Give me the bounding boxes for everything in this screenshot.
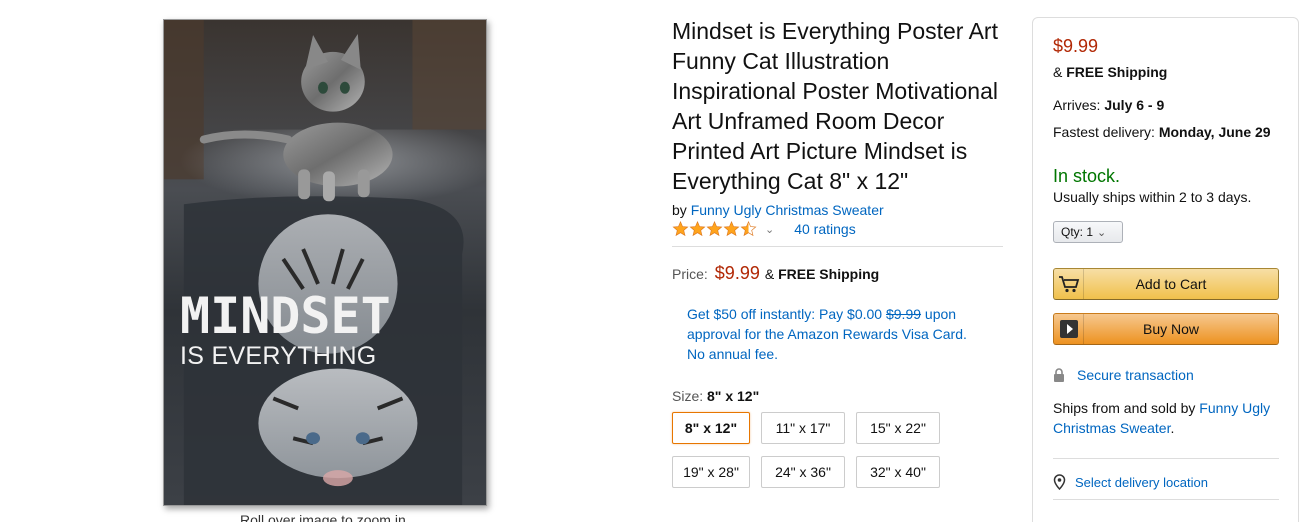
fastest-label: Fastest delivery: <box>1053 124 1155 140</box>
quantity-select[interactable]: Qty: 1 ⌄ <box>1053 221 1123 243</box>
star-icon <box>672 221 689 237</box>
qty-label: Qty: <box>1061 225 1084 239</box>
secure-transaction-link[interactable]: Secure transaction <box>1077 367 1194 383</box>
by-label: by <box>672 202 687 218</box>
promo-link[interactable]: Get $50 off instantly: Pay $0.00 $9.99 u… <box>687 304 987 364</box>
arrives-label: Arrives: <box>1053 97 1101 113</box>
star-icon <box>706 221 723 237</box>
amp: & <box>764 266 775 282</box>
size-option[interactable]: 24" x 36" <box>761 456 845 488</box>
free-shipping: FREE Shipping <box>1066 64 1168 80</box>
buy-box: $9.99 & FREE Shipping Arrives: July 6 - … <box>1032 17 1299 522</box>
star-icon <box>689 221 706 237</box>
sold-by-prefix: Ships from and sold by <box>1053 400 1196 416</box>
byline: by Funny Ugly Christmas Sweater <box>672 202 1007 218</box>
price-value: $9.99 <box>714 263 760 283</box>
size-option[interactable]: 8" x 12" <box>672 412 750 444</box>
arrives-row: Arrives: July 6 - 9 <box>1053 97 1298 113</box>
size-option[interactable]: 32" x 40" <box>856 456 940 488</box>
divider <box>672 246 1003 247</box>
qty-value: 1 <box>1086 225 1094 239</box>
size-label-row: Size: 8" x 12" <box>672 388 1007 404</box>
play-icon <box>1054 314 1084 344</box>
ratings-row: ⌄ 40 ratings <box>672 218 1007 240</box>
delivery-location[interactable]: Select delivery location <box>1053 474 1298 490</box>
size-selected: 8" x 12" <box>707 388 760 404</box>
poster-subtitle: IS EVERYTHING <box>180 342 377 370</box>
product-title: Mindset is Everything Poster Art Funny C… <box>672 18 998 194</box>
poster-artwork <box>164 20 486 505</box>
star-half-icon <box>740 221 757 237</box>
divider <box>1053 458 1279 459</box>
star-rating[interactable] <box>672 221 757 237</box>
lock-icon <box>1054 368 1064 382</box>
stock-status: In stock. <box>1053 166 1121 186</box>
ships-within: Usually ships within 2 to 3 days. <box>1053 189 1252 205</box>
product-image[interactable]: MINDSET IS EVERYTHING <box>163 19 487 506</box>
buybox-price: $9.99 <box>1053 36 1099 56</box>
add-to-cart-button[interactable]: Add to Cart <box>1053 268 1279 300</box>
fastest-date: Monday, June 29 <box>1158 124 1271 140</box>
cart-icon <box>1054 269 1084 299</box>
chevron-down-icon[interactable]: ⌄ <box>765 223 774 236</box>
brand-link[interactable]: Funny Ugly Christmas Sweater <box>691 202 884 218</box>
free-shipping: FREE Shipping <box>778 266 880 282</box>
add-to-cart-label: Add to Cart <box>1135 276 1207 292</box>
size-label: Size: <box>672 388 704 404</box>
chevron-down-icon: ⌄ <box>1097 226 1107 239</box>
product-image-container[interactable]: MINDSET IS EVERYTHING <box>163 19 487 506</box>
divider <box>1053 499 1279 500</box>
size-options: 8" x 12" 11" x 17" 15" x 22" 19" x 28" 2… <box>672 412 952 488</box>
buy-now-button[interactable]: Buy Now <box>1053 313 1279 345</box>
size-option[interactable]: 15" x 22" <box>856 412 940 444</box>
select-delivery-link[interactable]: Select delivery location <box>1075 475 1208 490</box>
buy-now-label: Buy Now <box>1142 321 1200 337</box>
amp: & <box>1053 64 1063 80</box>
ratings-link[interactable]: 40 ratings <box>794 221 855 237</box>
size-option[interactable]: 11" x 17" <box>761 412 845 444</box>
secure-transaction[interactable]: Secure transaction <box>1053 367 1298 383</box>
poster-title: MINDSET <box>180 287 391 345</box>
size-option[interactable]: 19" x 28" <box>672 456 750 488</box>
arrives-date: July 6 - 9 <box>1104 97 1165 113</box>
product-details: Mindset is Everything Poster Art Funny C… <box>672 16 1007 488</box>
price-label: Price: <box>672 266 708 282</box>
buybox-shipping: & FREE Shipping <box>1053 64 1298 80</box>
promo-text-1: Get $50 off instantly: Pay $0.00 <box>687 306 883 322</box>
fastest-delivery-row: Fastest delivery: Monday, June 29 <box>1053 124 1298 140</box>
sold-by: Ships from and sold by Funny Ugly Christ… <box>1053 398 1283 438</box>
promo-strike-price: $9.99 <box>885 306 922 322</box>
price-row: Price: $9.99 & FREE Shipping <box>672 263 1007 284</box>
location-pin-icon <box>1053 474 1066 490</box>
sold-by-suffix: . <box>1170 420 1175 436</box>
star-icon <box>723 221 740 237</box>
poster-text: MINDSET IS EVERYTHING <box>180 287 391 371</box>
image-caption: Roll over image to zoom in <box>240 512 406 522</box>
